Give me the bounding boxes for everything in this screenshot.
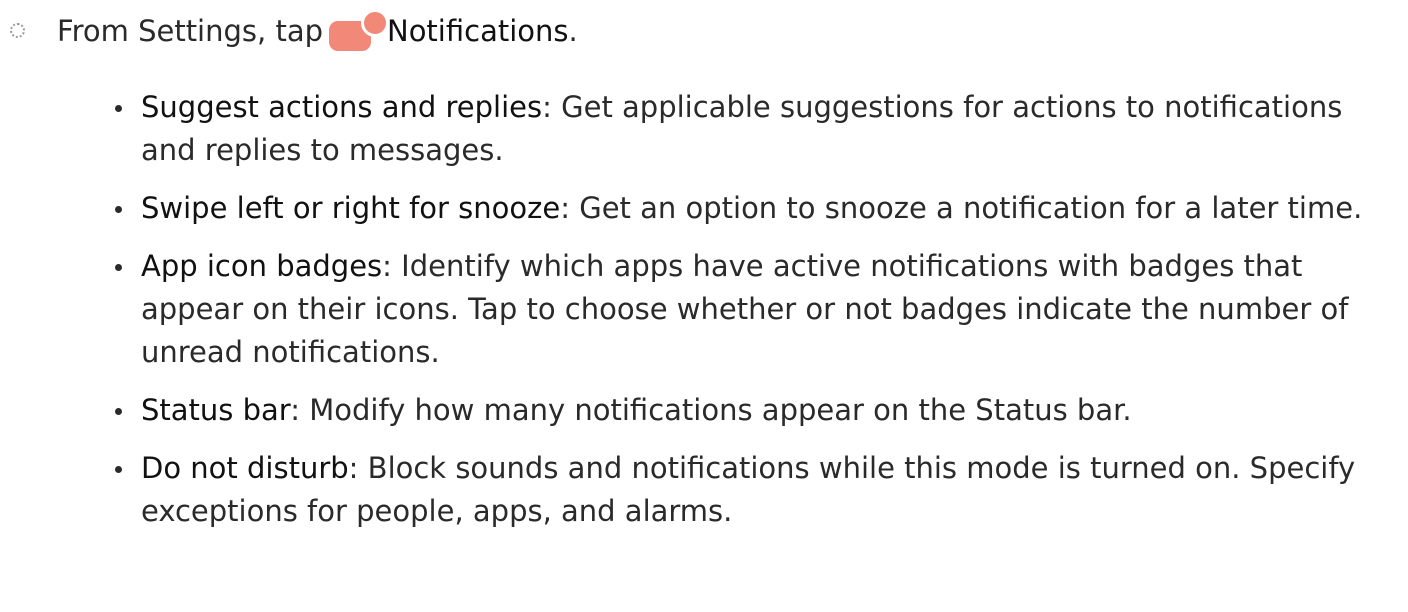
option-separator: : [382, 249, 392, 283]
option-name: Suggest actions and replies [141, 90, 543, 124]
notifications-settings-icon [329, 9, 389, 51]
step-text: From Settings, tap Notifications. [57, 4, 578, 58]
option-separator: : [542, 90, 552, 124]
option-app-icon-badges: App icon badges: Identify which apps hav… [112, 245, 1382, 374]
option-swipe-snooze: Swipe left or right for snooze: Get an o… [112, 187, 1382, 230]
option-status-bar: Status bar: Modify how many notification… [112, 389, 1382, 432]
option-name: Status bar [141, 393, 291, 427]
option-description: Get an option to snooze a notification f… [570, 191, 1363, 225]
notifications-link: Notifications [387, 14, 569, 48]
step-marker-icon [10, 23, 25, 38]
option-suggest-actions: Suggest actions and replies: Get applica… [112, 86, 1382, 172]
option-separator: : [348, 451, 359, 485]
step-prefix: From Settings, tap [57, 14, 323, 48]
option-name: Swipe left or right for snooze [141, 191, 561, 225]
option-name: App icon badges [141, 249, 383, 283]
option-separator: : [560, 191, 570, 225]
step-suffix: . [568, 14, 578, 48]
option-description: Modify how many notifications appear on … [300, 393, 1132, 427]
step-instruction: From Settings, tap Notifications. [0, 4, 1408, 58]
notification-options-list: Suggest actions and replies: Get applica… [112, 86, 1382, 548]
option-separator: : [290, 393, 301, 427]
option-do-not-disturb: Do not disturb: Block sounds and notific… [112, 447, 1382, 533]
option-name: Do not disturb [141, 451, 349, 485]
